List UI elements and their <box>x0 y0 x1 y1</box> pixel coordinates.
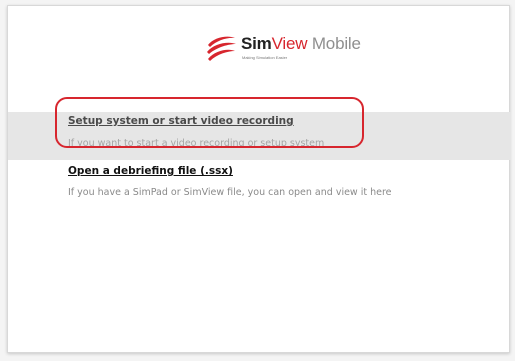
logo-word-view: View <box>271 34 308 53</box>
setup-recording-option[interactable]: Setup system or start video recording If… <box>8 112 511 160</box>
setup-recording-description: If you want to start a video recording o… <box>68 138 325 149</box>
open-debriefing-description: If you have a SimPad or SimView file, yo… <box>68 187 392 198</box>
logo-tagline: Making Simulation Easier <box>242 55 288 60</box>
open-debriefing-link[interactable]: Open a debriefing file (.ssx) <box>68 165 233 177</box>
open-debriefing-option[interactable]: Open a debriefing file (.ssx) If you hav… <box>8 165 511 205</box>
start-window: SimView Mobile Making Simulation Easier … <box>7 5 511 353</box>
logo-word-mobile: Mobile <box>307 34 361 53</box>
logo-word-sim: Sim <box>241 34 272 53</box>
simview-swoosh-icon <box>207 36 236 61</box>
logo-wordmark: SimView Mobile <box>241 34 361 54</box>
simview-mobile-logo: SimView Mobile Making Simulation Easier <box>204 31 361 71</box>
setup-recording-link[interactable]: Setup system or start video recording <box>68 115 294 127</box>
